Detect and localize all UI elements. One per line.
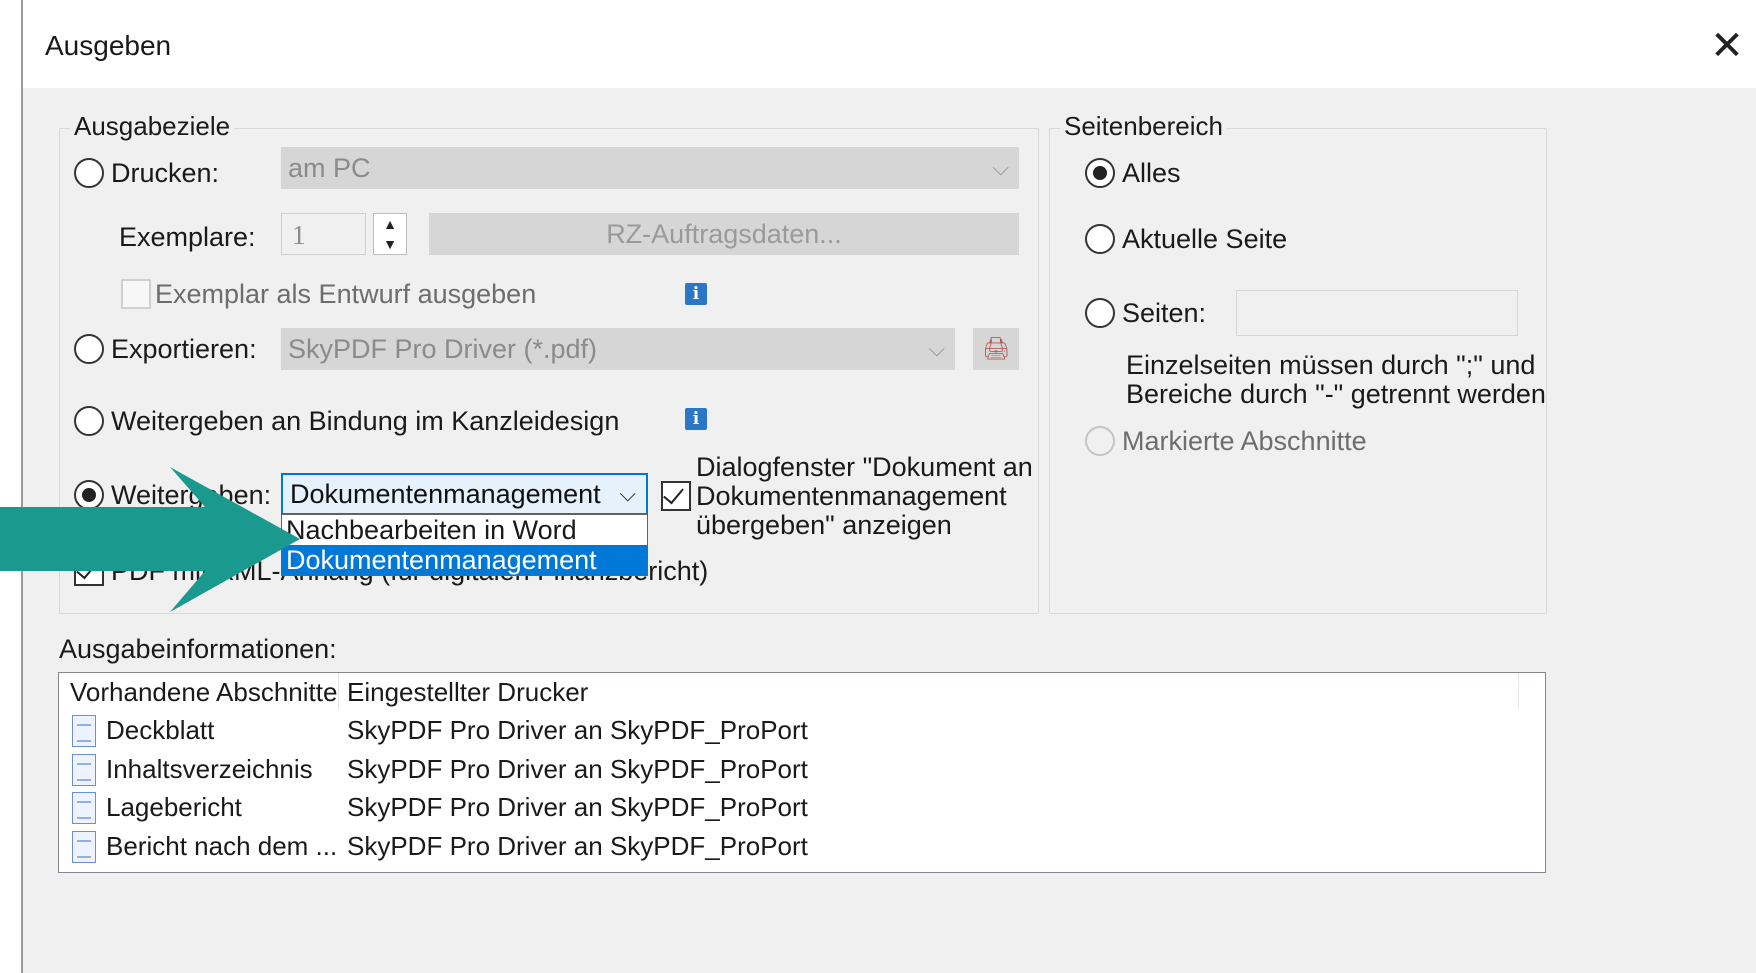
chevron-down-icon: ⌵: [928, 336, 945, 361]
document-icon: [72, 715, 96, 747]
list-item[interactable]: Inhaltsverzeichnis SkyPDF Pro Driver an …: [59, 754, 1545, 792]
show-dialog-checkbox[interactable]: [661, 481, 691, 511]
show-dialog-label-3: übergeben" anzeigen: [696, 510, 952, 540]
section-name: Bericht nach dem ...: [106, 831, 338, 861]
forward-target-dropdown: Nachbearbeiten in Word Dokumentenmanagem…: [281, 514, 648, 576]
range-all-label: Alles: [1122, 158, 1181, 188]
stepper-down-icon[interactable]: ▼: [374, 234, 406, 254]
section-name: Lagebericht: [106, 792, 242, 822]
dialog-title: Ausgeben: [45, 30, 172, 61]
list-item[interactable]: Lagebericht SkyPDF Pro Driver an SkyPDF_…: [59, 792, 1545, 830]
range-current-radio[interactable]: [1085, 224, 1115, 254]
column-header-printer[interactable]: Eingestellter Drucker: [347, 677, 588, 708]
column-header-sections[interactable]: Vorhandene Abschnitte: [70, 677, 337, 708]
range-pages-radio[interactable]: [1085, 298, 1115, 328]
printer-select[interactable]: am PC ⌵: [281, 147, 1019, 189]
title-bar: Ausgeben ✕: [23, 0, 1756, 88]
forward-target-value: Dokumentenmanagement: [290, 479, 601, 509]
binding-label: Weitergeben an Bindung im Kanzleidesign: [111, 406, 620, 436]
document-icon: [72, 754, 96, 786]
pages-hint-line1: Einzelseiten müssen durch ";" und: [1126, 350, 1536, 380]
export-driver-select[interactable]: SkyPDF Pro Driver (*.pdf) ⌵: [281, 328, 955, 370]
dropdown-option-word[interactable]: Nachbearbeiten in Word: [282, 515, 647, 545]
print-radio[interactable]: [74, 158, 104, 188]
copies-label: Exemplare:: [119, 222, 256, 252]
list-header: Vorhandene Abschnitte Eingestellter Druc…: [59, 673, 1545, 709]
copies-input[interactable]: 1: [281, 213, 366, 255]
range-marked-label: Markierte Abschnitte: [1122, 426, 1367, 456]
dropdown-option-docmgmt[interactable]: Dokumentenmanagement: [282, 545, 647, 575]
info-icon[interactable]: i: [685, 283, 707, 305]
pages-hint-line2: Bereiche durch "-" getrennt werden: [1126, 379, 1546, 409]
info-icon[interactable]: i: [685, 408, 707, 430]
document-icon: [72, 831, 96, 863]
printer-name: SkyPDF Pro Driver an SkyPDF_ProPort: [347, 831, 808, 861]
section-name: Inhaltsverzeichnis: [106, 754, 313, 784]
show-dialog-label-2: Dokumentenmanagement: [696, 481, 1007, 511]
printer-name: SkyPDF Pro Driver an SkyPDF_ProPort: [347, 715, 808, 745]
output-info-title: Ausgabeinformationen:: [59, 634, 337, 664]
forward-target-select[interactable]: Dokumentenmanagement ⌵: [281, 473, 648, 515]
range-pages-label: Seiten:: [1122, 298, 1207, 328]
printer-select-value: am PC: [288, 153, 371, 183]
rz-order-data-button[interactable]: RZ-Auftragsdaten...: [429, 213, 1019, 255]
export-label: Exportieren:: [111, 334, 257, 364]
range-all-radio[interactable]: [1085, 158, 1115, 188]
range-marked-radio[interactable]: [1085, 426, 1115, 456]
column-separator: [338, 673, 339, 709]
arrow-annotation: [0, 467, 300, 612]
document-icon: [72, 792, 96, 824]
close-icon[interactable]: ✕: [1704, 26, 1750, 70]
pages-input[interactable]: [1236, 290, 1518, 336]
show-dialog-label-1: Dialogfenster "Dokument an: [696, 452, 1033, 482]
list-item[interactable]: Deckblatt SkyPDF Pro Driver an SkyPDF_Pr…: [59, 715, 1545, 753]
binding-radio[interactable]: [74, 406, 104, 436]
range-current-label: Aktuelle Seite: [1122, 224, 1288, 254]
check-icon: [663, 482, 684, 505]
column-separator: [1518, 673, 1519, 709]
draft-checkbox[interactable]: [121, 279, 151, 309]
chevron-down-icon: ⌵: [619, 481, 636, 506]
export-radio[interactable]: [74, 334, 104, 364]
draft-label: Exemplar als Entwurf ausgeben: [155, 279, 537, 309]
export-driver-value: SkyPDF Pro Driver (*.pdf): [288, 334, 598, 364]
chevron-down-icon: ⌵: [992, 155, 1009, 180]
list-item[interactable]: Bericht nach dem ... SkyPDF Pro Driver a…: [59, 831, 1545, 869]
print-label: Drucken:: [111, 158, 220, 188]
copies-stepper[interactable]: ▲ ▼: [373, 213, 407, 255]
section-name: Deckblatt: [106, 715, 215, 745]
output-sections-list[interactable]: Vorhandene Abschnitte Eingestellter Druc…: [58, 672, 1546, 873]
output-targets-title: Ausgabeziele: [70, 111, 235, 142]
page-range-title: Seitenbereich: [1060, 111, 1227, 142]
printer-name: SkyPDF Pro Driver an SkyPDF_ProPort: [347, 792, 808, 822]
stepper-up-icon[interactable]: ▲: [374, 214, 406, 234]
pdf-settings-button[interactable]: 🖨: [973, 328, 1019, 370]
printer-name: SkyPDF Pro Driver an SkyPDF_ProPort: [347, 754, 808, 784]
pdf-settings-icon: 🖨: [982, 336, 1010, 361]
